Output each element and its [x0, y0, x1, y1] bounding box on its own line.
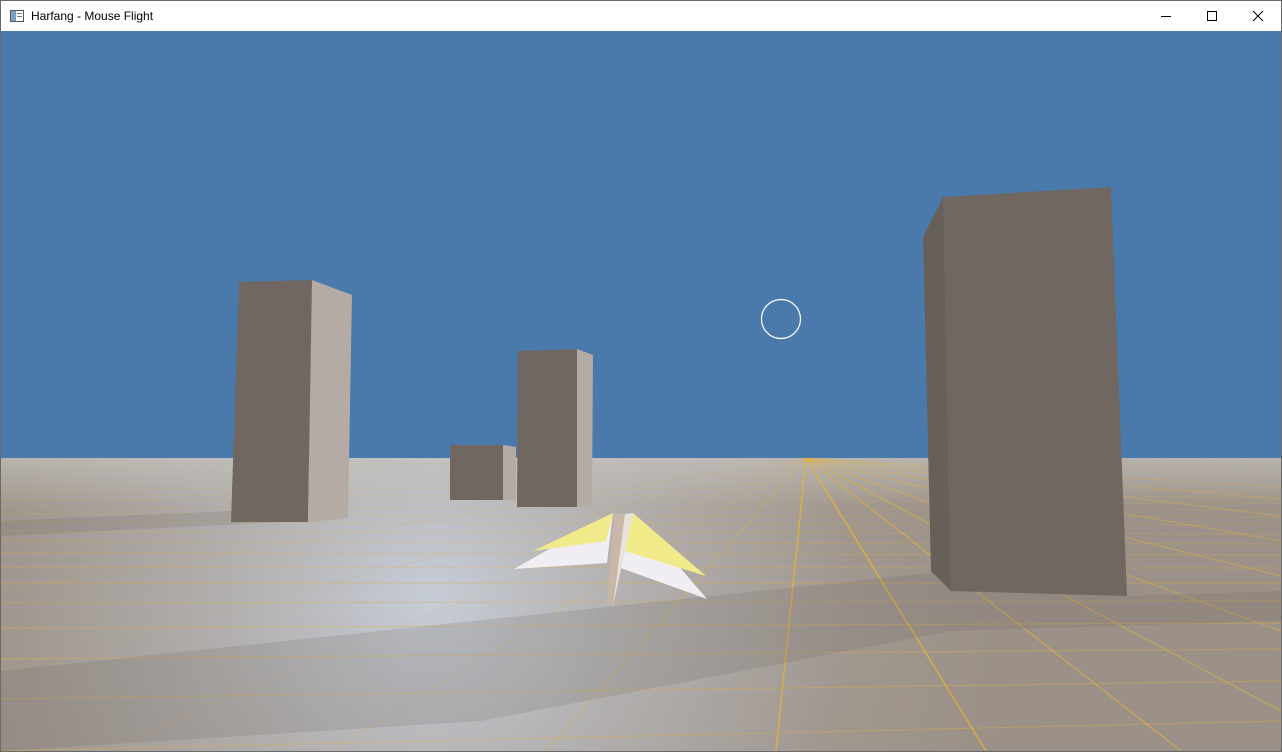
caption-buttons: [1143, 1, 1281, 31]
scene-canvas[interactable]: [1, 31, 1281, 751]
minimize-button[interactable]: [1143, 1, 1189, 31]
close-button[interactable]: [1235, 1, 1281, 31]
title-bar[interactable]: Harfang - Mouse Flight: [1, 1, 1281, 31]
minimize-icon: [1161, 16, 1171, 17]
building-left: [231, 280, 352, 522]
maximize-icon: [1207, 11, 1217, 21]
app-window: Harfang - Mouse Flight: [0, 0, 1282, 752]
building-center-tall: [517, 349, 593, 507]
building-right: [923, 187, 1127, 596]
window-app-icon[interactable]: [9, 8, 25, 24]
render-viewport[interactable]: [1, 31, 1281, 751]
window-title: Harfang - Mouse Flight: [31, 9, 154, 23]
maximize-button[interactable]: [1189, 1, 1235, 31]
close-icon: [1252, 10, 1264, 22]
building-center-small: [450, 445, 516, 500]
